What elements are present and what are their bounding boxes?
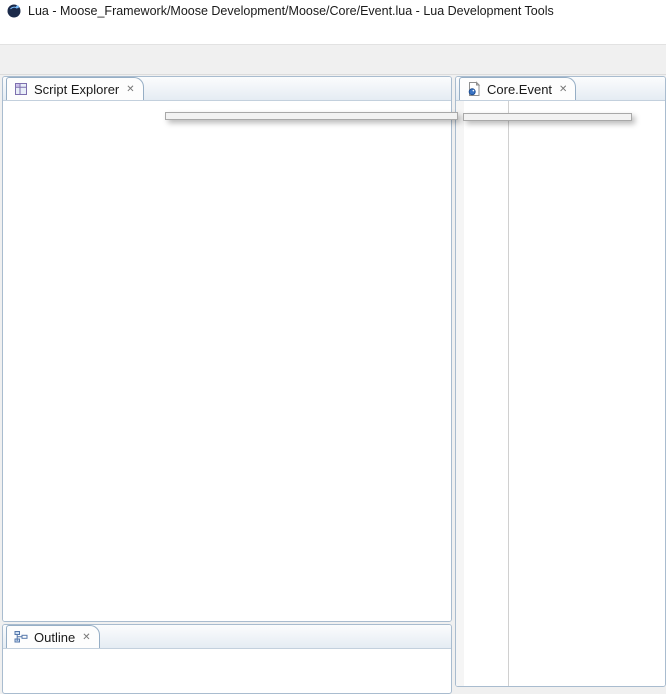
code-editor[interactable] <box>456 101 665 686</box>
tab-core-event[interactable]: Core.Event ✕ <box>459 77 576 100</box>
context-menu <box>165 112 458 120</box>
tab-label: Core.Event <box>487 82 552 97</box>
main-toolbar <box>0 44 666 75</box>
window-title: Lua - Moose_Framework/Moose Development/… <box>28 4 554 18</box>
editor: Core.Event ✕ <box>455 76 666 687</box>
lua-file-icon <box>466 81 482 97</box>
line-number-gutter <box>456 101 509 686</box>
code-area[interactable] <box>514 101 665 686</box>
tab-label: Script Explorer <box>34 82 119 97</box>
new-submenu <box>463 113 632 121</box>
script-explorer-icon <box>13 81 29 97</box>
editor-tab-strip: Core.Event ✕ <box>456 77 665 101</box>
close-icon[interactable]: ✕ <box>124 84 134 95</box>
tab-script-explorer[interactable]: Script Explorer ✕ <box>6 77 144 100</box>
close-icon[interactable]: ✕ <box>80 632 90 643</box>
menu-bar <box>0 22 666 44</box>
tab-label: Outline <box>34 630 75 645</box>
outline-icon <box>13 629 29 645</box>
outline-view: Outline ✕ <box>2 624 452 694</box>
script-explorer-header: Script Explorer ✕ <box>3 77 451 101</box>
project-tree <box>3 101 451 621</box>
close-icon[interactable]: ✕ <box>557 84 567 95</box>
script-explorer-view: Script Explorer ✕ <box>2 76 452 622</box>
tab-outline[interactable]: Outline ✕ <box>6 625 100 648</box>
title-bar: Lua - Moose_Framework/Moose Development/… <box>0 0 666 22</box>
app-icon <box>6 3 22 19</box>
outline-header: Outline ✕ <box>3 625 451 649</box>
